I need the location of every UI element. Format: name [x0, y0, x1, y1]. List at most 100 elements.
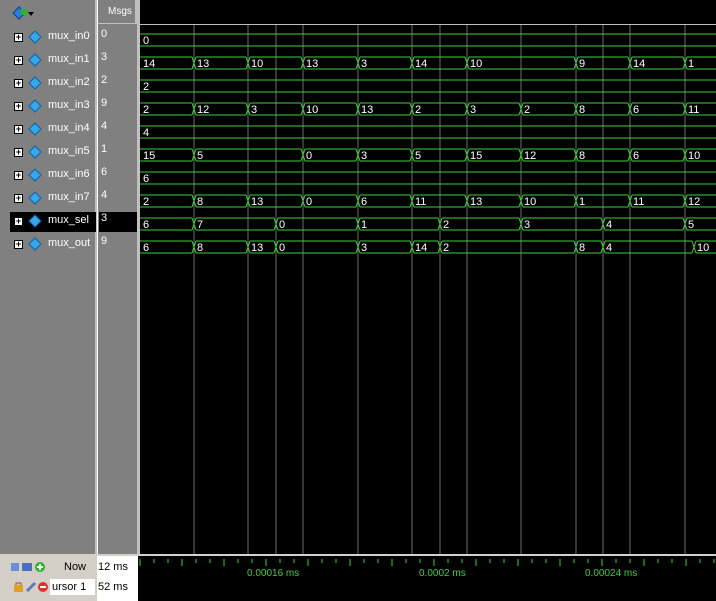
- signal-row-mux_sel[interactable]: + mux_sel: [10, 212, 96, 232]
- bus-value-label: 11: [688, 104, 699, 116]
- bus-value-label: 3: [361, 58, 367, 70]
- bus-segment: 3: [518, 217, 601, 231]
- diamond-icon: [28, 214, 42, 228]
- values-header: Msgs: [98, 0, 137, 24]
- signal-value: 3: [101, 51, 108, 63]
- bus-segment: 8: [573, 102, 628, 116]
- bus-segment: 0: [273, 217, 356, 231]
- bus-segment: 15: [140, 148, 192, 162]
- expand-icon[interactable]: +: [14, 56, 23, 65]
- expand-icon[interactable]: +: [14, 33, 23, 42]
- diamond-icon: [28, 76, 42, 90]
- bus-value-label: 5: [688, 219, 694, 231]
- bus-segment: 13: [355, 102, 410, 116]
- signal-value: 3: [99, 212, 137, 232]
- footer-value-pane: 12 ms 52 ms: [97, 556, 138, 601]
- bus-value-label: 5: [197, 150, 203, 162]
- diamond-icon: [28, 53, 42, 67]
- signal-value: 1: [101, 143, 108, 155]
- bus-segment: 15: [464, 148, 519, 162]
- diamond-icon: [28, 237, 42, 251]
- time-label: 0.0002 ms: [419, 568, 466, 579]
- bus-value-label: 11: [633, 196, 644, 208]
- expand-icon[interactable]: +: [14, 148, 23, 157]
- waveform-canvas[interactable]: 014 13 10 13 3 14 10 9 14 122 12 3 10 13 2 3 2 8 6 11415 5 0 3…: [140, 25, 716, 555]
- bus-value-label: 10: [697, 242, 709, 254]
- bus-value-label: 0: [279, 242, 285, 254]
- bus-value-label: 2: [415, 104, 421, 116]
- bus-segment: 9: [573, 56, 628, 70]
- signal-name: mux_out: [48, 237, 91, 249]
- expand-icon[interactable]: +: [14, 217, 23, 226]
- bus-segment: 10: [518, 194, 574, 208]
- expand-icon[interactable]: +: [14, 240, 23, 249]
- diamond-icon: [28, 99, 42, 113]
- signal-name: mux_in5: [48, 145, 90, 157]
- wave-header-strip: [140, 0, 716, 25]
- signal-row-mux_in6[interactable]: + mux_in6: [10, 166, 96, 186]
- bus-value-label: 0: [143, 35, 149, 47]
- expand-icon[interactable]: +: [14, 102, 23, 111]
- signal-row-mux_out[interactable]: + mux_out: [10, 235, 96, 255]
- bus-value-label: 14: [143, 58, 155, 70]
- bus-segment: 4: [600, 217, 683, 231]
- bus-segment: 8: [573, 148, 628, 162]
- expand-icon[interactable]: +: [14, 79, 23, 88]
- bus-segment: 12: [191, 102, 246, 116]
- wave-format-icon[interactable]: [12, 6, 34, 20]
- signal-row-mux_in7[interactable]: + mux_in7: [10, 189, 96, 209]
- bus-value-label: 10: [306, 104, 318, 116]
- bus-segment: 10: [682, 148, 716, 162]
- signal-row-mux_in5[interactable]: + mux_in5: [10, 143, 96, 163]
- bus-segment: 0: [140, 33, 716, 47]
- bus-segment: 3: [355, 56, 410, 70]
- bus-value-label: 13: [306, 58, 318, 70]
- cursor-label[interactable]: ursor 1: [50, 579, 95, 595]
- bus-value-label: 10: [524, 196, 536, 208]
- signal-row-mux_in1[interactable]: + mux_in1: [10, 51, 96, 71]
- bus-segment: 13: [245, 240, 274, 254]
- bus-value-label: 8: [579, 150, 585, 162]
- bus-value-label: 8: [197, 242, 203, 254]
- cursor-lock-icon[interactable]: [13, 581, 49, 593]
- bus-segment: 3: [355, 148, 410, 162]
- bus-value-label: 6: [143, 242, 149, 254]
- bus-segment: 5: [191, 148, 301, 162]
- bus-segment: 2: [437, 240, 574, 254]
- bus-value-label: 12: [197, 104, 209, 116]
- bus-value-label: 12: [524, 150, 536, 162]
- bus-value-label: 0: [306, 196, 312, 208]
- signal-row-mux_in0[interactable]: + mux_in0: [10, 28, 96, 48]
- signal-row-mux_in4[interactable]: + mux_in4: [10, 120, 96, 140]
- signal-row-mux_in3[interactable]: + mux_in3: [10, 97, 96, 117]
- signal-row-mux_in2[interactable]: + mux_in2: [10, 74, 96, 94]
- bus-value-label: 0: [279, 219, 285, 231]
- bus-segment: 12: [518, 148, 574, 162]
- signal-name: mux_in2: [48, 76, 90, 88]
- bus-value-label: 6: [143, 219, 149, 231]
- bus-value-label: 15: [143, 150, 155, 162]
- expand-icon[interactable]: +: [14, 171, 23, 180]
- expand-icon[interactable]: +: [14, 194, 23, 203]
- expand-icon[interactable]: +: [14, 125, 23, 134]
- signal-name: mux_sel: [48, 214, 89, 226]
- diamond-icon: [28, 122, 42, 136]
- bus-value-label: 13: [361, 104, 373, 116]
- signal-value: 9: [101, 235, 108, 247]
- now-toolbar-icons[interactable]: [10, 561, 46, 573]
- bus-value-label: 2: [443, 219, 449, 231]
- bus-segment: 11: [682, 102, 716, 116]
- bus-value-label: 10: [688, 150, 700, 162]
- cursor-value: 52 ms: [98, 581, 128, 593]
- name-pane-header: [0, 0, 97, 25]
- bus-value-label: 14: [415, 242, 427, 254]
- time-label: 0.00024 ms: [585, 568, 638, 579]
- bus-value-label: 7: [197, 219, 203, 231]
- bus-segment: 14: [409, 240, 438, 254]
- bus-value-label: 14: [633, 58, 645, 70]
- bus-segment: 2: [140, 194, 192, 208]
- diamond-icon: [28, 168, 42, 182]
- bus-value-label: 10: [251, 58, 263, 70]
- bus-value-label: 6: [633, 150, 639, 162]
- bus-segment: 2: [437, 217, 519, 231]
